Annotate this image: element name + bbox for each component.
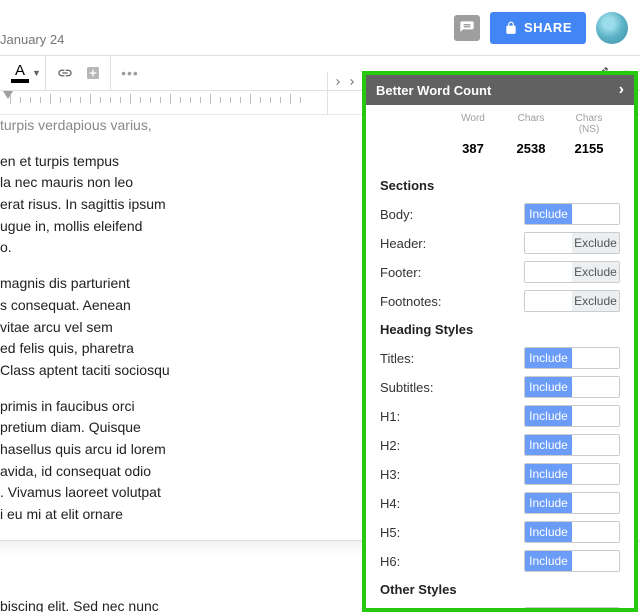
heading-row: H5:Include: [380, 519, 620, 545]
share-button[interactable]: SHARE: [490, 12, 586, 44]
heading-row: Subtitles:Include: [380, 374, 620, 400]
chevron-down-icon[interactable]: ▼: [32, 68, 41, 78]
date-label: January 24: [0, 32, 64, 47]
section-toggle[interactable]: Exclude: [524, 232, 620, 254]
indent-marker-icon[interactable]: [3, 91, 13, 99]
add-comment-button[interactable]: [80, 60, 106, 86]
heading-label: H2:: [380, 438, 524, 453]
section-label: Footer:: [380, 265, 524, 280]
panel-body: Word Chars Chars (NS) 387 2538 2155 Sect…: [366, 105, 634, 608]
heading-toggle[interactable]: Include: [524, 463, 620, 485]
other-styles-heading: Other Styles: [380, 582, 620, 597]
heading-row: H2:Include: [380, 432, 620, 458]
heading-toggle[interactable]: Include: [524, 492, 620, 514]
heading-toggle[interactable]: Include: [524, 550, 620, 572]
heading-label: H5:: [380, 525, 524, 540]
heading-label: H6:: [380, 554, 524, 569]
text-color-button[interactable]: A: [8, 60, 32, 86]
heading-toggle[interactable]: Include: [524, 405, 620, 427]
section-toggle[interactable]: Exclude: [524, 290, 620, 312]
word-count-panel: Better Word Count › Word Chars Chars (NS…: [362, 71, 638, 612]
heading-toggle[interactable]: Include: [524, 347, 620, 369]
collapse-sidebar-button[interactable]: [332, 76, 358, 88]
section-toggle[interactable]: Include: [524, 203, 620, 225]
section-toggle[interactable]: Exclude: [524, 261, 620, 283]
other-row: Strikethrough:Include: [380, 605, 620, 608]
share-label: SHARE: [524, 20, 572, 35]
heading-row: H6:Include: [380, 548, 620, 574]
panel-title-bar[interactable]: Better Word Count ›: [366, 75, 634, 105]
lock-icon: [504, 21, 518, 35]
heading-label: H3:: [380, 467, 524, 482]
heading-label: H1:: [380, 409, 524, 424]
heading-label: H4:: [380, 496, 524, 511]
heading-toggle[interactable]: Include: [524, 434, 620, 456]
comments-button[interactable]: [454, 15, 480, 41]
section-row: Footnotes:Exclude: [380, 288, 620, 314]
chevron-right-icon: ›: [619, 81, 624, 99]
heading-label: Titles:: [380, 351, 524, 366]
sections-heading: Sections: [380, 178, 620, 193]
heading-toggle[interactable]: Include: [524, 521, 620, 543]
section-row: Footer:Exclude: [380, 259, 620, 285]
more-button[interactable]: •••: [117, 60, 143, 86]
heading-row: Titles:Include: [380, 345, 620, 371]
heading-row: H1:Include: [380, 403, 620, 429]
other-toggle[interactable]: Include: [524, 607, 620, 608]
stats-header: Word Chars Chars (NS): [380, 113, 620, 135]
avatar[interactable]: [596, 12, 628, 44]
section-label: Header:: [380, 236, 524, 251]
top-bar: January 24 SHARE: [0, 0, 640, 55]
heading-label: Subtitles:: [380, 380, 524, 395]
heading-row: H3:Include: [380, 461, 620, 487]
heading-row: H4:Include: [380, 490, 620, 516]
heading-toggle[interactable]: Include: [524, 376, 620, 398]
section-row: Header:Exclude: [380, 230, 620, 256]
section-label: Footnotes:: [380, 294, 524, 309]
section-row: Body:Include: [380, 201, 620, 227]
insert-link-button[interactable]: [52, 60, 78, 86]
panel-title: Better Word Count: [376, 83, 491, 98]
heading-styles-heading: Heading Styles: [380, 322, 620, 337]
stats-values: 387 2538 2155: [380, 135, 620, 170]
section-label: Body:: [380, 207, 524, 222]
